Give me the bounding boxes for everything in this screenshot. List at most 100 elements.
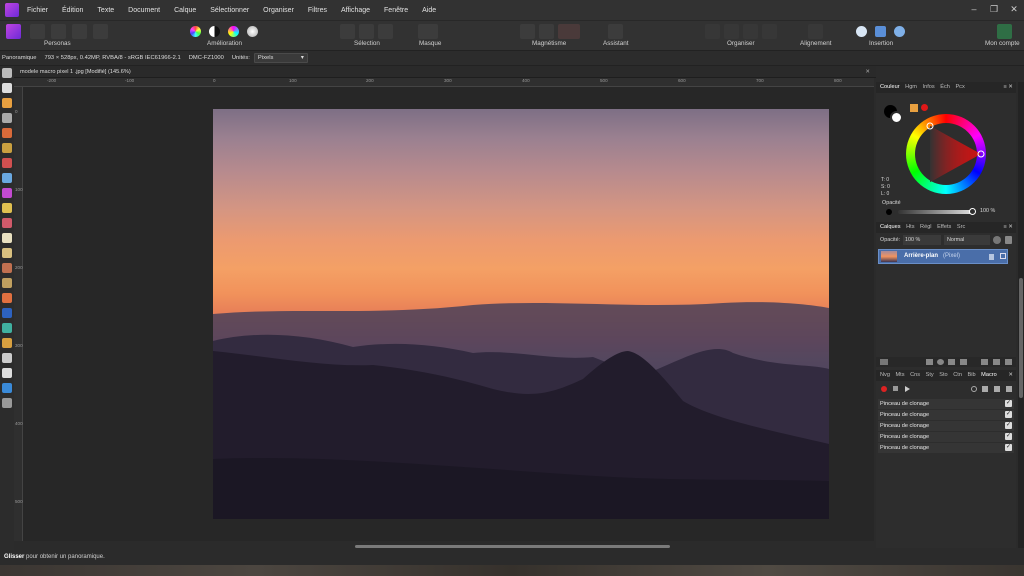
tab-macro[interactable]: Macro xyxy=(981,372,997,378)
arrange-forward-icon[interactable] xyxy=(743,24,758,39)
invert-selection-icon[interactable] xyxy=(378,24,393,39)
mesh-warp-tool-icon[interactable] xyxy=(2,323,12,333)
selection-brush-tool-icon[interactable] xyxy=(2,128,12,138)
pen-tool-icon[interactable] xyxy=(2,338,12,348)
tab-calques[interactable]: Calques xyxy=(880,224,901,230)
quick-mask-icon[interactable] xyxy=(418,24,438,39)
insert-top-icon[interactable] xyxy=(894,26,905,37)
tab-bibliotheque[interactable]: Bib xyxy=(968,372,976,378)
layer-lock-icon[interactable] xyxy=(989,254,994,260)
menu-calque[interactable]: Calque xyxy=(174,7,196,14)
red-eye-tool-icon[interactable] xyxy=(2,293,12,303)
tab-echantillons[interactable]: Éch xyxy=(940,84,950,90)
units-dropdown[interactable]: Pixels xyxy=(253,53,308,63)
hand-tool-icon[interactable] xyxy=(2,68,12,78)
maximize-button[interactable]: ❐ xyxy=(984,0,1004,20)
layer-opacity-field[interactable]: 100 % xyxy=(903,235,941,245)
macro-step-checkbox[interactable]: ✓ xyxy=(1005,400,1012,407)
flood-select-tool-icon[interactable] xyxy=(2,143,12,153)
layer-visibility-checkbox[interactable] xyxy=(1000,253,1006,259)
blemish-removal-tool-icon[interactable] xyxy=(2,278,12,288)
tab-pinceaux[interactable]: Pcx xyxy=(955,84,964,90)
tab-transformation[interactable]: Mts xyxy=(896,372,905,378)
photo-persona-icon[interactable] xyxy=(6,24,21,39)
stop-macro-icon[interactable] xyxy=(893,386,898,391)
minimize-button[interactable]: – xyxy=(964,0,984,20)
blur-brush-tool-icon[interactable] xyxy=(2,308,12,318)
dodge-brush-tool-icon[interactable] xyxy=(2,248,12,258)
menu-filtres[interactable]: Filtres xyxy=(308,7,327,14)
menu-selectionner[interactable]: Sélectionner xyxy=(210,7,249,14)
tab-stock[interactable]: Sto xyxy=(939,372,947,378)
assistant-icon[interactable] xyxy=(608,24,623,39)
tab-infos[interactable]: Infos xyxy=(923,84,935,90)
filter-icon[interactable] xyxy=(960,359,967,365)
menu-fenetre[interactable]: Fenêtre xyxy=(384,7,408,14)
layer-row[interactable]: Arrière-plan (Pixel) xyxy=(878,249,1008,264)
arrange-front-icon[interactable] xyxy=(762,24,777,39)
rectangle-tool-icon[interactable] xyxy=(2,383,12,393)
liquify-persona-icon[interactable] xyxy=(30,24,45,39)
flood-fill-tool-icon[interactable] xyxy=(2,173,12,183)
layer-stack-icon[interactable] xyxy=(880,359,888,365)
close-document-icon[interactable]: ✕ xyxy=(865,66,870,78)
text-tool-icon[interactable] xyxy=(2,368,12,378)
tab-navigateur[interactable]: Nvg xyxy=(880,372,890,378)
macro-step-row[interactable]: Pinceau de clonage ✓ xyxy=(878,421,1014,431)
alignment-icon[interactable] xyxy=(808,24,823,39)
macro-step-checkbox[interactable]: ✓ xyxy=(1005,422,1012,429)
arrange-backward-icon[interactable] xyxy=(724,24,739,39)
deselect-icon[interactable] xyxy=(359,24,374,39)
menu-texte[interactable]: Texte xyxy=(97,7,114,14)
tab-historique[interactable]: Hts xyxy=(906,224,914,230)
eyedropper-icon[interactable] xyxy=(910,104,918,112)
panel-scrollbar[interactable] xyxy=(1018,82,1024,548)
macro-step-row[interactable]: Pinceau de clonage ✓ xyxy=(878,443,1014,453)
add-group-icon[interactable] xyxy=(981,359,988,365)
delete-layer-icon[interactable] xyxy=(1005,359,1012,365)
scrollbar-thumb[interactable] xyxy=(1019,278,1023,398)
blend-mode-dropdown[interactable]: Normal xyxy=(944,235,990,245)
close-window-button[interactable]: ✕ xyxy=(1004,0,1024,20)
opacity-slider[interactable] xyxy=(898,210,972,214)
export-persona-icon[interactable] xyxy=(93,24,108,39)
macro-step-checkbox[interactable]: ✓ xyxy=(1005,411,1012,418)
opacity-slider-handle[interactable] xyxy=(969,208,976,215)
canvas-area[interactable] xyxy=(23,87,874,541)
auto-white-balance-icon[interactable] xyxy=(247,26,258,37)
clone-brush-tool-icon[interactable] xyxy=(2,263,12,273)
horizontal-scrollbar[interactable] xyxy=(355,545,670,548)
gear-icon[interactable] xyxy=(993,236,1001,244)
auto-colors-icon[interactable] xyxy=(228,26,239,37)
delete-macro-icon[interactable] xyxy=(1006,386,1012,392)
tab-styles[interactable]: Sty xyxy=(926,372,934,378)
tab-canaux[interactable]: Ctn xyxy=(953,372,962,378)
menu-affichage[interactable]: Affichage xyxy=(341,7,370,14)
move-tool-icon[interactable] xyxy=(2,83,12,93)
affinity-photo-logo-icon[interactable] xyxy=(5,3,19,17)
auto-contrast-icon[interactable] xyxy=(209,26,220,37)
menu-organiser[interactable]: Organiser xyxy=(263,7,294,14)
insert-inside-icon[interactable] xyxy=(856,26,867,37)
tab-reglages[interactable]: Régl xyxy=(920,224,932,230)
macro-step-checkbox[interactable]: ✓ xyxy=(1005,433,1012,440)
snapping-grid-icon[interactable] xyxy=(520,24,535,39)
account-icon[interactable] xyxy=(997,24,1012,39)
macro-step-checkbox[interactable]: ✓ xyxy=(1005,444,1012,451)
tab-effets[interactable]: Effets xyxy=(937,224,951,230)
gradient-tool-icon[interactable] xyxy=(2,188,12,198)
marquee-tool-icon[interactable] xyxy=(2,158,12,168)
erase-brush-tool-icon[interactable] xyxy=(2,233,12,243)
add-adjustment-icon[interactable] xyxy=(937,359,944,365)
macro-step-row[interactable]: Pinceau de clonage ✓ xyxy=(878,399,1014,409)
close-panel-icon[interactable]: ✕ xyxy=(1008,370,1013,381)
tab-sources[interactable]: Src xyxy=(957,224,965,230)
add-to-library-icon[interactable] xyxy=(982,386,988,392)
macro-step-row[interactable]: Pinceau de clonage ✓ xyxy=(878,410,1014,420)
add-layer-icon[interactable] xyxy=(993,359,1000,365)
zoom-tool-icon[interactable] xyxy=(2,398,12,408)
menu-document[interactable]: Document xyxy=(128,7,160,14)
menu-fichier[interactable]: Fichier xyxy=(27,7,48,14)
node-tool-icon[interactable] xyxy=(2,353,12,363)
macro-step-row[interactable]: Pinceau de clonage ✓ xyxy=(878,432,1014,442)
